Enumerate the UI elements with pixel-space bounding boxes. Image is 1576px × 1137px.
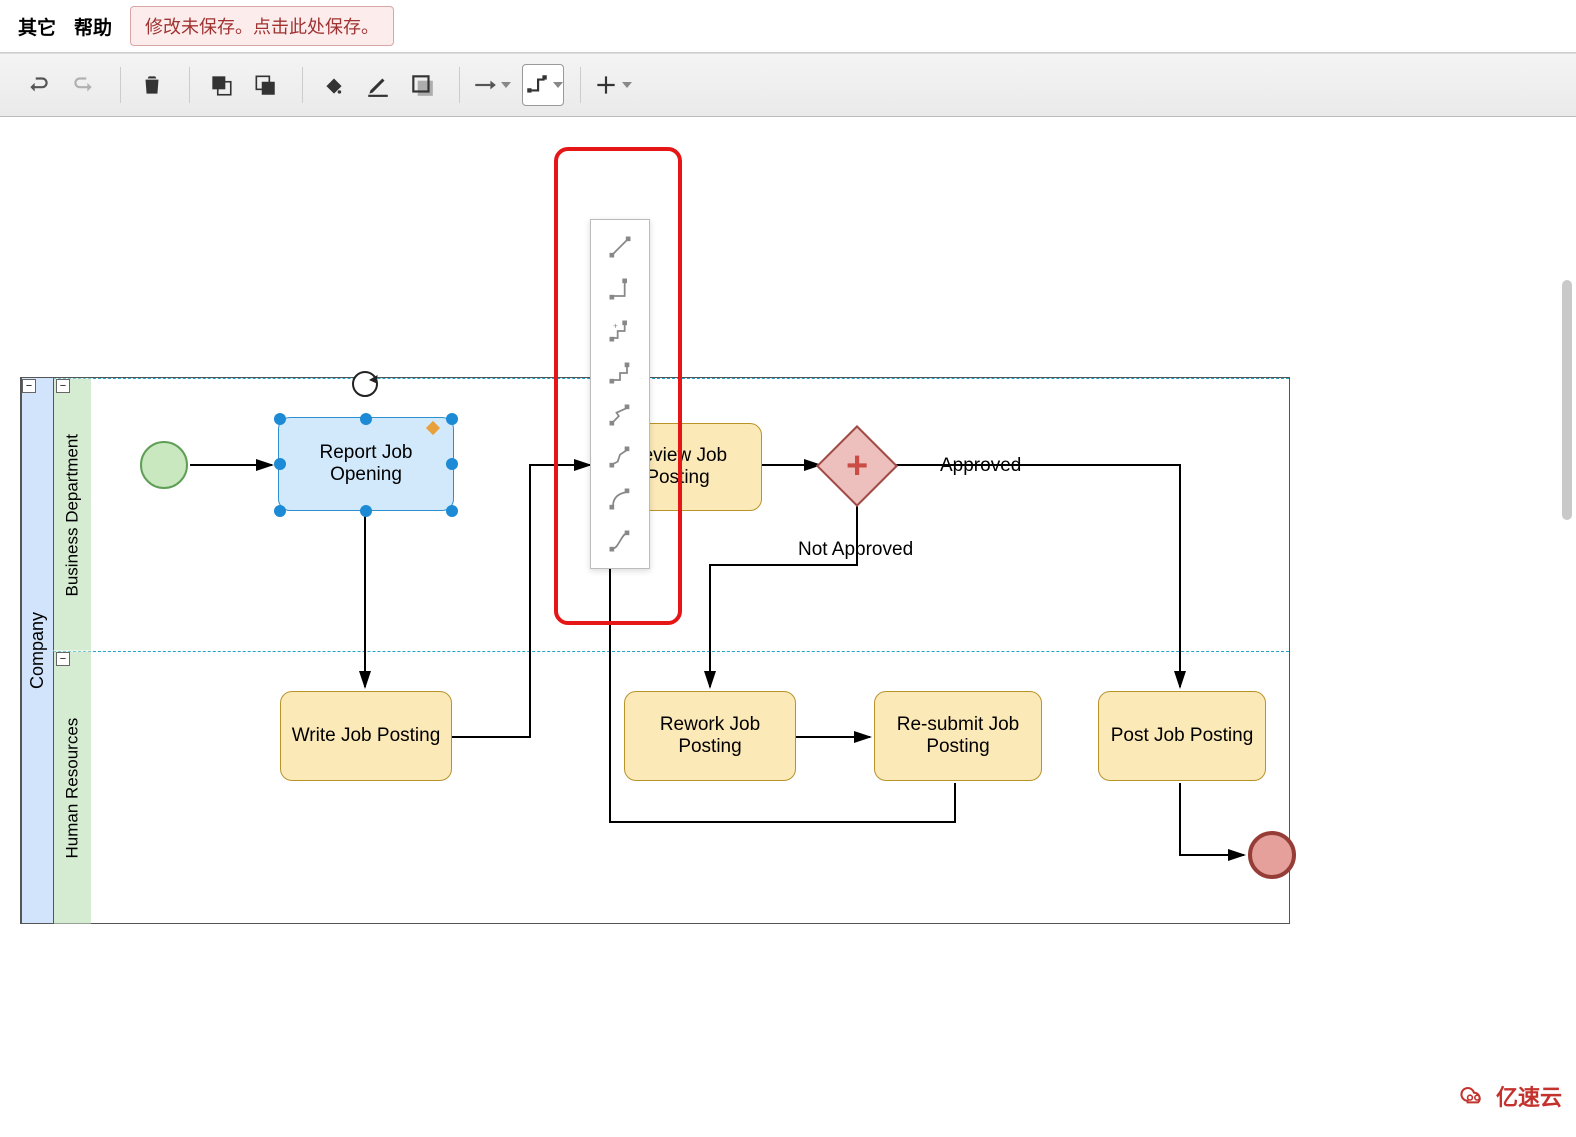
- to-back-button[interactable]: [244, 64, 286, 106]
- menu-help[interactable]: 帮助: [74, 13, 112, 40]
- selection-handle[interactable]: [274, 413, 286, 425]
- chevron-down-icon: [501, 82, 511, 88]
- redo-button[interactable]: [62, 64, 104, 106]
- task-rework-job-posting[interactable]: Rework Job Posting: [624, 691, 796, 781]
- start-event[interactable]: [140, 441, 188, 489]
- connection-style-button[interactable]: [470, 64, 512, 106]
- pool-collapse-toggle[interactable]: −: [22, 379, 36, 393]
- waypoint-style-button[interactable]: [522, 64, 564, 106]
- delete-button[interactable]: [131, 64, 173, 106]
- connector-option-spline[interactable]: [595, 520, 645, 562]
- rotate-handle-icon[interactable]: [352, 371, 378, 397]
- undo-button[interactable]: [18, 64, 60, 106]
- selection-handle[interactable]: [446, 458, 458, 470]
- watermark-logo: 亿速云: [1458, 1080, 1562, 1112]
- add-button[interactable]: [591, 64, 633, 106]
- cloud-icon: [1458, 1084, 1490, 1108]
- connector-option-curved[interactable]: [595, 478, 645, 520]
- svg-text:+: +: [613, 322, 618, 331]
- pool-title: Company: [21, 378, 53, 923]
- selection-handle[interactable]: [360, 505, 372, 517]
- fill-color-button[interactable]: [313, 64, 355, 106]
- connector-style-dropdown[interactable]: +: [590, 219, 650, 569]
- connector-option-zigzag[interactable]: [595, 394, 645, 436]
- task-write-job-posting[interactable]: Write Job Posting: [280, 691, 452, 781]
- connector-option-orth-rounded[interactable]: +: [595, 310, 645, 352]
- edge-label-approved[interactable]: Approved: [940, 455, 1021, 477]
- selection-handle[interactable]: [446, 413, 458, 425]
- lane2-collapse-toggle[interactable]: −: [56, 652, 70, 666]
- lane1-collapse-toggle[interactable]: −: [56, 379, 70, 393]
- diagram-canvas[interactable]: − − − Company Business Department Human …: [0, 117, 1576, 1137]
- watermark-text: 亿速云: [1496, 1080, 1562, 1112]
- plus-icon: +: [846, 447, 868, 485]
- shadow-button[interactable]: [401, 64, 443, 106]
- lane-business[interactable]: Business Department: [53, 378, 1289, 652]
- chevron-down-icon: [622, 82, 632, 88]
- selection-handle[interactable]: [446, 505, 458, 517]
- selection-handle[interactable]: [360, 413, 372, 425]
- chevron-down-icon: [553, 82, 563, 88]
- toolbar: [0, 53, 1576, 117]
- lane-business-title: Business Department: [53, 379, 91, 651]
- vertical-scrollbar[interactable]: [1560, 100, 1574, 1120]
- menu-other[interactable]: 其它: [18, 13, 56, 40]
- connector-option-orthogonal[interactable]: [595, 268, 645, 310]
- selection-handle[interactable]: [274, 458, 286, 470]
- menu-bar: 其它 帮助 修改未保存。点击此处保存。: [0, 0, 1576, 53]
- selection-handle[interactable]: [274, 505, 286, 517]
- lane-hr-title: Human Resources: [53, 652, 91, 924]
- scrollbar-thumb[interactable]: [1562, 280, 1572, 520]
- connector-option-elbow[interactable]: [595, 352, 645, 394]
- task-report-job-opening[interactable]: Report Job Opening: [278, 417, 454, 511]
- connector-option-zigzag-rounded[interactable]: [595, 436, 645, 478]
- task-resubmit-job-posting[interactable]: Re-submit Job Posting: [874, 691, 1042, 781]
- connector-option-straight[interactable]: [595, 226, 645, 268]
- line-color-button[interactable]: [357, 64, 399, 106]
- unsaved-notice[interactable]: 修改未保存。点击此处保存。: [130, 6, 394, 46]
- to-front-button[interactable]: [200, 64, 242, 106]
- task-post-job-posting[interactable]: Post Job Posting: [1098, 691, 1266, 781]
- edge-label-not-approved[interactable]: Not Approved: [798, 539, 913, 561]
